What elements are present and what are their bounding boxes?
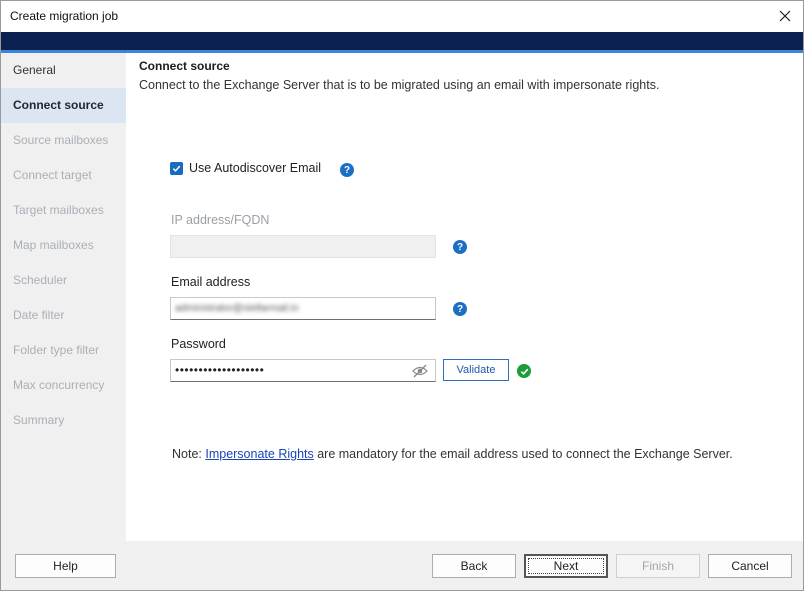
header-band [1,32,803,50]
sidebar-item-target-mailboxes: Target mailboxes [13,203,104,217]
next-button-label: Next [528,558,604,574]
footer-bar: Help Back Next Finish Cancel [1,541,803,590]
password-input[interactable]: ••••••••••••••••••• [170,359,436,382]
email-value: administrator@stellarmail.in [175,303,299,314]
sidebar-item-summary: Summary [13,413,65,427]
sidebar-item-date-filter: Date filter [13,308,65,322]
ip-address-label: IP address/FQDN [171,213,270,227]
ip-help-icon[interactable]: ? [453,240,467,254]
autodiscover-help-icon[interactable]: ? [340,163,354,177]
note-prefix: Note: [172,447,206,461]
email-help-icon[interactable]: ? [453,302,467,316]
page-title: Connect source [139,59,230,73]
eye-slash-icon[interactable] [411,363,429,379]
impersonate-rights-link[interactable]: Impersonate Rights [205,447,313,461]
wizard-steps-sidebar: General Connect source Source mailboxes … [1,53,126,541]
cancel-button[interactable]: Cancel [708,554,792,578]
password-label: Password [171,337,226,351]
email-label: Email address [171,275,251,289]
autodiscover-row: Use Autodiscover Email [170,161,321,175]
help-button[interactable]: Help [15,554,116,578]
back-button[interactable]: Back [432,554,516,578]
dialog-window: Create migration job General Connect sou… [0,0,804,591]
autodiscover-checkbox[interactable] [170,161,183,175]
sidebar-item-connect-target: Connect target [13,168,92,182]
sidebar-item-folder-type-filter: Folder type filter [13,343,100,357]
sidebar-item-scheduler: Scheduler [13,273,68,287]
sidebar-item-general[interactable]: General [1,53,126,88]
validate-button[interactable]: Validate [443,359,509,381]
checkmark-icon [172,165,181,172]
sidebar-item-source-mailboxes: Source mailboxes [13,133,109,147]
next-button[interactable]: Next [524,554,608,578]
page-description: Connect to the Exchange Server that is t… [139,78,660,92]
close-icon [779,10,791,22]
sidebar-item-max-concurrency: Max concurrency [13,378,105,392]
window-title: Create migration job [10,9,119,23]
ip-address-input [170,235,436,258]
note-suffix: are mandatory for the email address used… [313,447,733,461]
main-panel: Connect source Connect to the Exchange S… [126,53,803,541]
impersonate-note: Note: Impersonate Rights are mandatory f… [172,447,733,461]
email-input[interactable]: administrator@stellarmail.in [170,297,436,320]
sidebar-item-map-mailboxes: Map mailboxes [13,238,94,252]
check-circle-icon [517,364,531,378]
autodiscover-label[interactable]: Use Autodiscover Email [189,161,321,175]
title-bar: Create migration job [1,1,803,32]
close-button[interactable] [773,5,797,27]
sidebar-item-connect-source[interactable]: Connect source [1,88,126,123]
finish-button: Finish [616,554,700,578]
password-value: ••••••••••••••••••• [175,363,265,377]
